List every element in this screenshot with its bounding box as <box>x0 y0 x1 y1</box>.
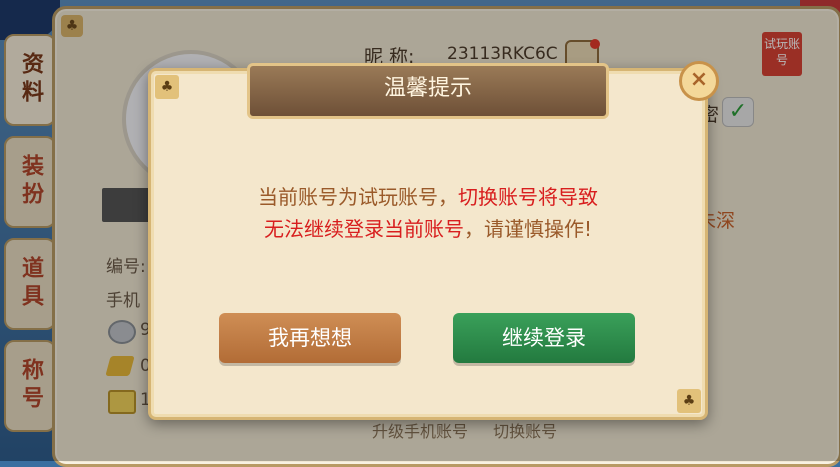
reconsider-button[interactable]: 我再想想 <box>219 313 401 363</box>
close-button[interactable]: × <box>679 61 719 101</box>
dialog-message-line-2: 无法继续登录当前账号，请谨慎操作! <box>263 217 593 241</box>
continue-login-button[interactable]: 继续登录 <box>453 313 635 363</box>
club-icon: ♣ <box>155 75 179 99</box>
dialog-title: 温馨提示 <box>247 63 609 119</box>
dialog-message-line-1: 当前账号为试玩账号，切换账号将导致 <box>258 185 598 209</box>
warning-dialog: ♣ ♣ 温馨提示 × 当前账号为试玩账号，切换账号将导致 无法继续登录当前账号，… <box>148 61 719 420</box>
club-icon: ♣ <box>677 389 701 413</box>
